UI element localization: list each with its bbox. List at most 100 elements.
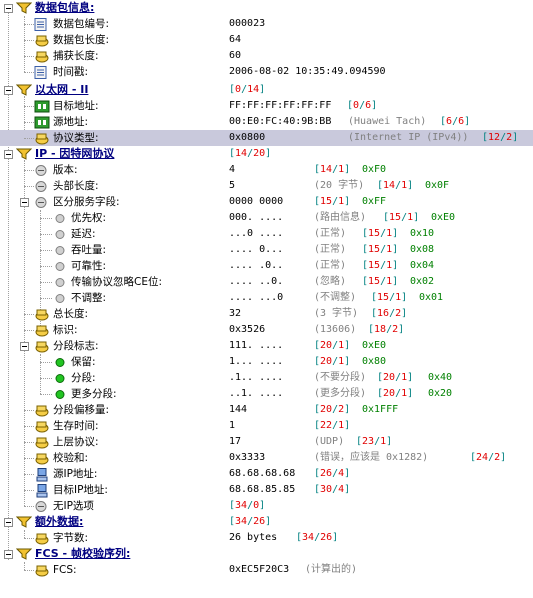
field-upper-protocol[interactable]: 上层协议: 17 (UDP) [23/1] <box>0 434 533 450</box>
collapse-toggle-icon[interactable] <box>4 518 13 527</box>
collapse-toggle-icon[interactable] <box>4 86 13 95</box>
field-destination-mac[interactable]: 目标地址: FF:FF:FF:FF:FF:FF [0/6] <box>0 98 533 114</box>
field-ce-bit[interactable]: 传输协议忽略CE位: .... ..0. (忽略) [15/1] 0x02 <box>0 274 533 290</box>
computer-icon <box>36 468 48 482</box>
field-value: 68.68.68.68 <box>229 468 296 479</box>
field-label: 延迟: <box>71 228 96 240</box>
byte-range: [18/2] <box>368 324 405 335</box>
field-value: 2006-08-02 10:35:49.094590 <box>229 66 386 77</box>
section-extra-data[interactable]: 额外数据: [34/26] <box>0 514 533 530</box>
yellow-field-icon <box>35 405 49 417</box>
field-packet-length[interactable]: 数据包长度: 64 <box>0 32 533 48</box>
field-diff-services[interactable]: 区分服务字段: 0000 0000 [15/1] 0xFF <box>0 194 533 210</box>
grey-circle-icon <box>35 165 47 176</box>
field-delay[interactable]: 延迟: ...0 .... (正常) [15/1] 0x10 <box>0 226 533 242</box>
field-dont-fragment[interactable]: 分段: .1.. .... (不要分段) [20/1] 0x40 <box>0 370 533 386</box>
byte-range: [34/26] <box>229 516 272 527</box>
packet-decode-tree: 数据包信息: 数据包编号: 000023 数据包长度: 64 捕获长度: 60 … <box>0 0 533 598</box>
field-fragment-flags[interactable]: 分段标志: 111. .... [20/1] 0xE0 <box>0 338 533 354</box>
document-icon <box>34 18 47 31</box>
field-value: 60 <box>229 50 242 61</box>
field-label: 上层协议: <box>53 436 99 448</box>
grey-circle-icon <box>55 230 65 239</box>
field-fragment-offset[interactable]: 分段偏移量: 144 [20/2] 0x1FFF <box>0 402 533 418</box>
field-description: (3 字节) <box>314 308 359 319</box>
yellow-field-icon <box>35 565 49 577</box>
collapse-toggle-icon[interactable] <box>20 198 29 207</box>
field-no-ip-options[interactable]: 无IP选项 [34/0] <box>0 498 533 514</box>
field-reliability[interactable]: 可靠性: .... .0.. (正常) [15/1] 0x04 <box>0 258 533 274</box>
field-checksum[interactable]: 校验和: 0x3333 (错误，应该是 0x1282) [24/2] <box>0 450 533 466</box>
collapse-toggle-icon[interactable] <box>4 550 13 559</box>
byte-range: [20/1] <box>377 372 414 383</box>
byte-range: [15/1] <box>314 196 351 207</box>
bitmask: 0x20 <box>428 388 453 399</box>
bitmask: 0xE0 <box>362 340 387 351</box>
field-label: 区分服务字段: <box>53 196 120 208</box>
grey-circle-icon <box>55 246 65 255</box>
byte-range: [12/2] <box>482 132 519 143</box>
field-byte-count[interactable]: 字节数: 26 bytes [34/26] <box>0 530 533 546</box>
bitmask: 0x80 <box>362 356 387 367</box>
section-fcs[interactable]: FCS - 帧校验序列: <box>0 546 533 562</box>
byte-range: [15/1] <box>362 276 399 287</box>
field-more-fragments[interactable]: 更多分段: ..1. .... (更多分段) [20/1] 0x20 <box>0 386 533 402</box>
green-dot-icon <box>55 374 65 383</box>
field-total-length[interactable]: 总长度: 32 (3 字节) [16/2] <box>0 306 533 322</box>
field-value: .1.. .... <box>229 372 284 383</box>
field-value: 000. .... <box>229 212 284 223</box>
field-value: 26 bytes <box>229 532 278 543</box>
section-ethernet[interactable]: 以太网 - II [0/14] <box>0 82 533 98</box>
section-label: 额外数据: <box>35 515 84 528</box>
byte-range: [20/1] <box>314 356 351 367</box>
collapse-toggle-icon[interactable] <box>20 342 29 351</box>
field-timestamp[interactable]: 时间戳: 2006-08-02 10:35:49.094590 <box>0 64 533 80</box>
bitmask: 0xFF <box>362 196 387 207</box>
tree-filter-icon <box>16 516 32 528</box>
section-ip[interactable]: IP - 因特网协议 [14/20] <box>0 146 533 162</box>
field-description: (路由信息) <box>314 212 367 223</box>
byte-range: [0/14] <box>229 84 266 95</box>
grey-circle-icon <box>35 197 47 208</box>
byte-range: [14/20] <box>229 148 272 159</box>
field-description: (Huawei Tach) <box>348 116 427 127</box>
field-identification[interactable]: 标识: 0x3526 (13606) [18/2] <box>0 322 533 338</box>
field-throughput[interactable]: 吞吐量: .... 0... (正常) [15/1] 0x08 <box>0 242 533 258</box>
section-packet-info[interactable]: 数据包信息: <box>0 0 533 16</box>
yellow-field-icon <box>35 437 49 449</box>
section-label: IP - 因特网协议 <box>35 147 115 160</box>
field-value: 0x3333 <box>229 452 266 463</box>
field-value: 64 <box>229 34 242 45</box>
field-description: (不调整) <box>314 292 357 303</box>
field-protocol-type[interactable]: 协议类型: 0x0800 (Internet IP (IPv4)) [12/2] <box>0 130 533 146</box>
yellow-field-icon <box>35 325 49 337</box>
collapse-toggle-icon[interactable] <box>4 150 13 159</box>
collapse-toggle-icon[interactable] <box>4 4 13 13</box>
bitmask: 0x04 <box>410 260 435 271</box>
field-label: 分段标志: <box>53 340 99 352</box>
field-version[interactable]: 版本: 4 [14/1] 0xF0 <box>0 162 533 178</box>
byte-range: [0/6] <box>347 100 378 111</box>
field-label: 分段: <box>71 372 96 384</box>
field-packet-number[interactable]: 数据包编号: 000023 <box>0 16 533 32</box>
field-label: FCS: <box>53 564 77 576</box>
field-source-mac[interactable]: 源地址: 00:E0:FC:40:9B:BB (Huawei Tach) [6/… <box>0 114 533 130</box>
field-value: 0000 0000 <box>229 196 284 207</box>
field-ttl[interactable]: 生存时间: 1 [22/1] <box>0 418 533 434</box>
field-label: 生存时间: <box>53 420 99 432</box>
byte-range: [15/1] <box>383 212 420 223</box>
field-unused-bit[interactable]: 不调整: .... ...0 (不调整) [15/1] 0x01 <box>0 290 533 306</box>
field-reserved-bit[interactable]: 保留: 1... .... [20/1] 0x80 <box>0 354 533 370</box>
field-value: 1 <box>229 420 236 431</box>
field-capture-length[interactable]: 捕获长度: 60 <box>0 48 533 64</box>
field-destination-ip[interactable]: 目标IP地址: 68.68.85.85 [30/4] <box>0 482 533 498</box>
field-label: 时间戳: <box>53 66 89 78</box>
field-priority[interactable]: 优先权: 000. .... (路由信息) [15/1] 0xE0 <box>0 210 533 226</box>
field-label: 保留: <box>71 356 96 368</box>
field-label: 更多分段: <box>71 388 117 400</box>
field-value: 0xEC5F20C3 <box>229 564 290 575</box>
section-label: 数据包信息: <box>35 1 95 14</box>
field-fcs[interactable]: FCS: 0xEC5F20C3 (计算出的) <box>0 562 533 578</box>
field-source-ip[interactable]: 源IP地址: 68.68.68.68 [26/4] <box>0 466 533 482</box>
field-header-length[interactable]: 头部长度: 5 (20 字节) [14/1] 0x0F <box>0 178 533 194</box>
